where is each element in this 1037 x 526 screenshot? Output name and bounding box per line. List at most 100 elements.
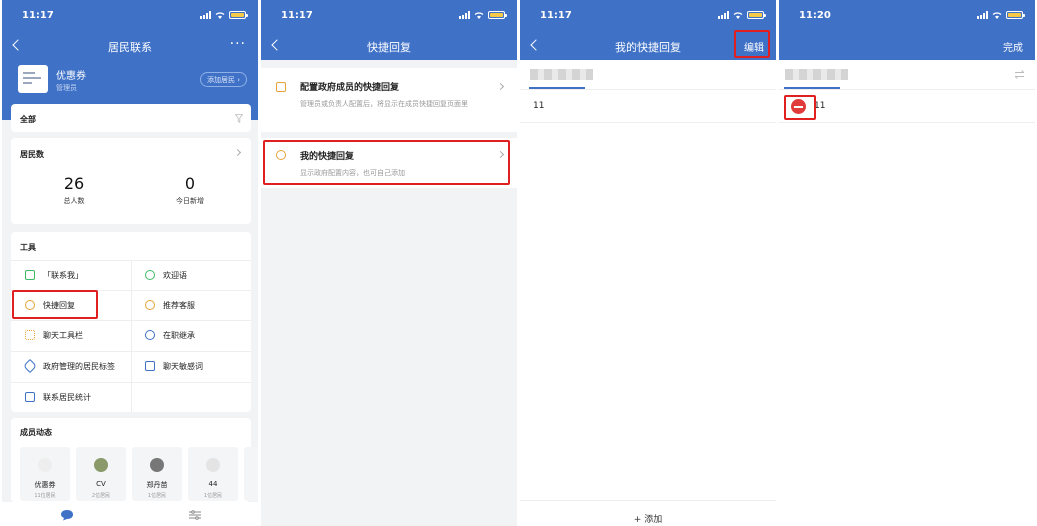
done-button[interactable]: 完成 xyxy=(1003,39,1023,54)
tool-label: 聊天工具栏 xyxy=(43,330,83,340)
welcome-icon xyxy=(145,270,155,280)
quick-reply-icon xyxy=(276,82,286,92)
screen-my-quick-reply-edit: 11:20 完成 11 xyxy=(779,0,1035,526)
tool-contact-statistics[interactable]: 联系居民统计 xyxy=(11,382,91,412)
member-sub: 2位居民 xyxy=(91,493,111,499)
status-time: 11:17 xyxy=(22,10,54,21)
status-bar: 11:20 xyxy=(779,0,1035,32)
filter-icon[interactable] xyxy=(235,114,243,123)
tool-label: 推荐客服 xyxy=(163,300,195,310)
filter-label: 全部 xyxy=(20,115,36,124)
screen-resident-contact: 11:17 居民联系 ··· 优惠券 管理员 添加居民 › 全部 居民数 26 … xyxy=(2,0,258,526)
today-new-value: 0 xyxy=(184,174,196,193)
member-card[interactable]: 44 1位居民 xyxy=(188,447,238,501)
reply-row[interactable]: 11 xyxy=(520,91,776,123)
tag-icon xyxy=(22,358,38,374)
tab-active-indicator xyxy=(529,87,585,89)
nav-bar: 快捷回复 xyxy=(261,32,517,60)
tool-contact-me[interactable]: 「联系我」 xyxy=(11,260,83,290)
wifi-icon xyxy=(733,12,743,19)
org-role: 管理员 xyxy=(56,84,77,92)
page-title: 居民联系 xyxy=(108,41,152,54)
member-name: 44 xyxy=(208,480,218,488)
tool-sensitive-words[interactable]: 聊天敏感词 xyxy=(131,351,203,381)
status-bar: 11:17 xyxy=(2,0,258,32)
total-count-value: 26 xyxy=(63,174,85,193)
more-icon[interactable]: ··· xyxy=(230,36,246,52)
member-name: CV xyxy=(96,480,106,488)
highlight-delete-icon xyxy=(784,95,816,120)
battery-icon xyxy=(488,11,507,19)
member-card[interactable] xyxy=(244,447,258,501)
settings-tab-icon[interactable] xyxy=(188,509,202,521)
member-name: 优惠券 xyxy=(34,481,56,489)
battery-icon xyxy=(229,11,248,19)
wifi-icon xyxy=(992,12,1002,19)
status-icons xyxy=(977,11,1025,19)
tool-inheritance[interactable]: 在职继承 xyxy=(131,320,195,350)
filter-bar[interactable]: 全部 xyxy=(11,104,251,132)
tool-welcome-message[interactable]: 欢迎语 xyxy=(131,260,187,290)
org-name: 优惠券 xyxy=(56,71,86,82)
wifi-icon xyxy=(474,12,484,19)
status-time: 11:17 xyxy=(540,10,572,21)
resident-count-card[interactable]: 居民数 26 总人数 0 今日新增 xyxy=(11,138,251,224)
tool-label: 欢迎语 xyxy=(163,270,187,280)
chat-tab-icon[interactable] xyxy=(60,509,74,521)
screen-my-quick-reply: 11:17 我的快捷回复 编辑 11 + 添加 xyxy=(520,0,776,526)
tool-label: 在职继承 xyxy=(163,330,195,340)
status-time: 11:17 xyxy=(281,10,313,21)
category-tabs xyxy=(779,60,1035,90)
member-activity-title: 成员动态 xyxy=(20,428,52,437)
avatar xyxy=(94,458,108,472)
chat-toolbar-icon xyxy=(25,330,35,340)
highlight-edit-button xyxy=(734,30,770,58)
config-member-quick-reply-item[interactable]: 配置政府成员的快捷回复 管理员或负责人配置后，将显示在成员快捷回复页面里 xyxy=(261,68,517,132)
screen-quick-reply: 11:17 快捷回复 配置政府成员的快捷回复 管理员或负责人配置后，将显示在成员… xyxy=(261,0,517,526)
sort-icon[interactable] xyxy=(1014,70,1025,79)
nav-bar: 完成 xyxy=(779,32,1035,60)
tool-resident-tags[interactable]: 政府管理的居民标签 xyxy=(11,351,115,381)
tab-active-indicator xyxy=(784,87,840,89)
member-card[interactable]: 郑丹苗 1位居民 xyxy=(132,447,182,501)
avatar xyxy=(150,458,164,472)
sensitive-word-icon xyxy=(145,361,155,371)
status-icons xyxy=(200,11,248,19)
add-reply-button[interactable]: + 添加 xyxy=(520,500,776,526)
tool-recommend-service[interactable]: 推荐客服 xyxy=(131,290,195,320)
member-card[interactable]: CV 2位居民 xyxy=(76,447,126,501)
statistics-icon xyxy=(25,392,35,402)
battery-icon xyxy=(747,11,766,19)
tab-category-blurred[interactable] xyxy=(785,69,848,80)
member-name: 郑丹苗 xyxy=(146,481,168,489)
status-bar: 11:17 xyxy=(261,0,517,32)
recommend-service-icon xyxy=(145,300,155,310)
tab-category-blurred[interactable] xyxy=(530,69,593,80)
reply-row: 11 xyxy=(779,91,1035,123)
tool-label: 聊天敏感词 xyxy=(163,361,203,371)
highlight-quick-reply xyxy=(12,290,98,319)
category-tabs xyxy=(520,60,776,90)
item-title: 配置政府成员的快捷回复 xyxy=(300,83,400,93)
resident-count-title: 居民数 xyxy=(20,150,44,159)
avatar xyxy=(38,458,52,472)
avatar xyxy=(206,458,220,472)
signal-icon xyxy=(977,11,988,19)
status-bar: 11:17 xyxy=(520,0,776,32)
member-sub: 11位居民 xyxy=(34,493,56,499)
tools-card: 工具 「联系我」 欢迎语 快捷回复 推荐客服 聊天工具栏 在职继承 政府管理的居… xyxy=(11,232,251,412)
signal-icon xyxy=(718,11,729,19)
tool-label: 「联系我」 xyxy=(43,270,83,280)
member-sub: 1位居民 xyxy=(203,493,223,499)
org-avatar xyxy=(18,65,48,93)
add-resident-button[interactable]: 添加居民 › xyxy=(199,72,247,87)
tool-label: 政府管理的居民标签 xyxy=(43,361,115,371)
tool-chat-toolbar[interactable]: 聊天工具栏 xyxy=(11,320,83,350)
chevron-right-icon xyxy=(233,148,242,157)
signal-icon xyxy=(200,11,211,19)
total-count-label: 总人数 xyxy=(63,197,85,205)
tools-title: 工具 xyxy=(20,243,36,252)
wifi-icon xyxy=(215,12,225,19)
add-label: + 添加 xyxy=(633,515,663,525)
member-card[interactable]: 优惠券 11位居民 xyxy=(20,447,70,501)
